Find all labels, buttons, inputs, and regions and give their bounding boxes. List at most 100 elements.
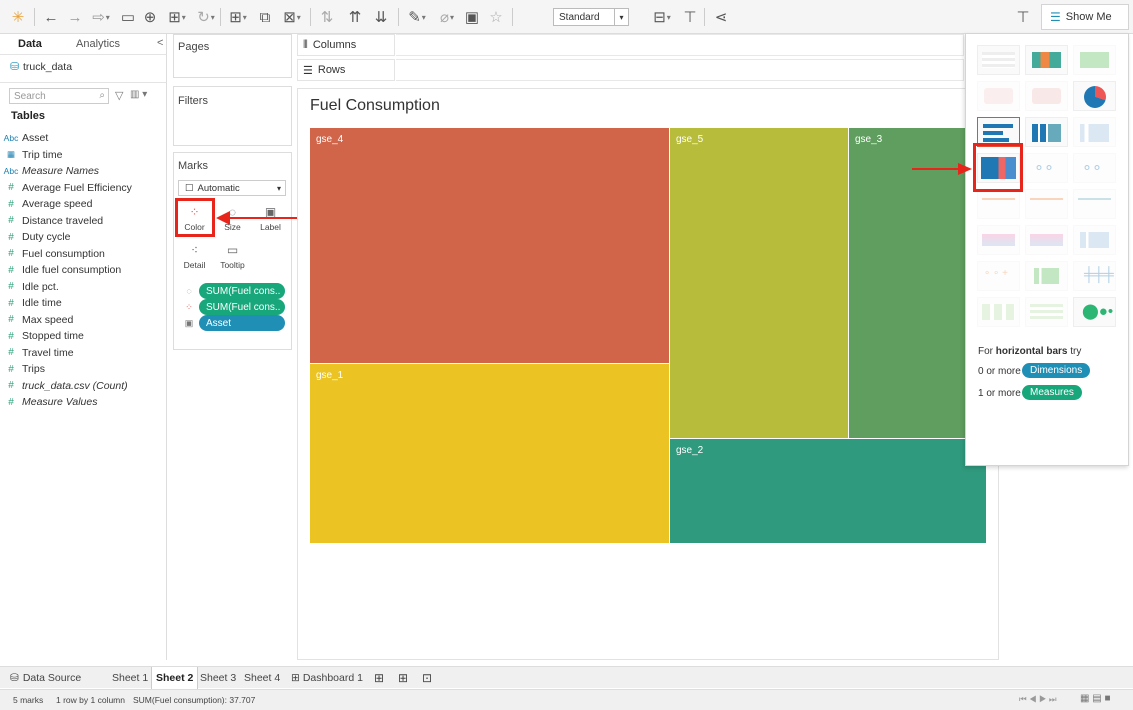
filter-icon[interactable]: ▽ [115,89,123,102]
highlight-icon[interactable]: ✎ ▾ [404,8,430,26]
save-icon[interactable]: ▭ [118,8,138,26]
chart-type-lines-discrete[interactable] [1025,189,1068,219]
field-item[interactable]: Abc Asset [0,130,49,146]
chart-type-packed-bubbles[interactable]: ⬤●• [1073,297,1116,327]
field-item[interactable]: # Travel time [0,345,73,361]
group-members-icon[interactable]: ⌀ ▾ [434,8,460,26]
label-pill[interactable]: Asset [199,315,285,331]
chart-type-dual-lines[interactable] [1073,189,1116,219]
fix-axes-icon[interactable]: ☆ [486,8,506,26]
chart-type-dual-combination[interactable] [1073,225,1116,255]
new-worksheet-icon[interactable]: ⊞ ▾ [162,8,192,26]
undo-icon[interactable]: ← [40,8,62,26]
treemap-tile[interactable]: gse_5 [670,128,849,439]
color-pill[interactable]: SUM(Fuel cons.. [199,299,285,315]
field-item[interactable]: # Duty cycle [0,229,70,245]
search-placeholder: Search [14,91,46,102]
field-item[interactable]: ▦ Trip time [0,147,62,163]
tab-sheet-4[interactable]: Sheet 4 [240,667,284,689]
show-cards-icon[interactable]: ⊟ ▾ [648,8,676,26]
field-item[interactable]: # Distance traveled [0,213,103,229]
fit-select[interactable]: Standard ▾ [553,8,629,26]
chart-type-circle-views[interactable]: ∘∘ [1025,153,1068,183]
show-me-hint-suffix: try [1067,346,1082,357]
field-item[interactable]: # truck_data.csv (Count) [0,378,127,394]
tooltip-button[interactable]: ▭ Tooltip [216,239,249,272]
field-item[interactable]: # Measure Values [0,394,97,410]
chart-type-bullet-graph[interactable] [1025,297,1068,327]
field-item[interactable]: # Idle fuel consumption [0,262,121,278]
view-toggle-icon[interactable]: ▦ ▤ ■ [1080,693,1111,704]
field-item[interactable]: # Trips [0,361,45,377]
chart-type-box-and-whisker[interactable]: ╪╪╪ [1073,261,1116,291]
chart-type-histogram[interactable] [1025,261,1068,291]
chart-type-lines-continuous[interactable] [977,189,1020,219]
pages-card[interactable]: Pages [173,34,292,78]
chart-type-highlight-table[interactable] [1073,45,1116,75]
chart-type-pie-chart[interactable] [1073,81,1116,111]
new-dashboard-tab-icon[interactable]: ⊞ [394,667,412,689]
tab-dashboard-1[interactable]: ⊞ Dashboard 1 [287,667,367,689]
chart-type-filled-map[interactable] [1025,81,1068,111]
tab-sheet-2[interactable]: Sheet 2 [151,667,199,689]
field-item[interactable]: Abc Measure Names [0,163,99,179]
rows-shelf[interactable] [396,59,964,81]
size-pill[interactable]: SUM(Fuel cons.. [199,283,285,299]
refresh-icon[interactable]: ↻ ▾ [194,8,218,26]
sort-ascending-icon[interactable]: ⇈ [344,8,366,26]
tab-data-source[interactable]: ⛁ Data Source [6,667,85,689]
field-item[interactable]: # Fuel consumption [0,246,105,262]
field-label: Measure Names [22,165,100,177]
treemap-tile[interactable]: gse_2 [670,439,987,544]
duplicate-sheet-icon[interactable]: ⧉ [254,8,276,26]
chart-type-side-by-side-circles[interactable]: ∘∘ [1073,153,1116,183]
replay-icon[interactable]: ⇨ ▾ [88,8,114,26]
treemap-tile[interactable]: gse_4 [310,128,670,364]
chart-type-heat-map[interactable] [1025,45,1068,75]
mark-type-select[interactable]: ☐ Automatic ▾ [178,180,286,196]
detail-button[interactable]: ⁖ Detail [178,239,211,272]
new-story-tab-icon[interactable]: ⊡ [418,667,436,689]
chart-type-symbol-map[interactable] [977,81,1020,111]
field-item[interactable]: # Average speed [0,196,92,212]
new-sheet-icon[interactable]: ⊞ ▾ [226,8,250,26]
share-icon[interactable]: ⋖ [710,8,732,26]
new-worksheet-tab-icon[interactable]: ⊞ [370,667,388,689]
swap-rows-columns-icon[interactable]: ⇅ [316,8,338,26]
treemap-tile[interactable]: gse_1 [310,364,670,544]
tab-analytics[interactable]: Analytics [76,38,120,50]
chart-type-gantt-chart[interactable] [977,297,1020,327]
size-pill-icon: ◌ [186,286,192,296]
sort-descending-icon[interactable]: ⇊ [370,8,392,26]
tab-sheet-1[interactable]: Sheet 1 [108,667,152,689]
tableau-logo-icon[interactable]: ✳ [8,8,28,26]
chevron-down-icon: ▾ [276,183,281,193]
field-item[interactable]: # Idle time [0,295,61,311]
chart-type-stacked-bars[interactable] [1025,117,1068,147]
new-data-source-icon[interactable]: ⊕ [140,8,160,26]
field-item[interactable]: # Average Fuel Efficiency [0,180,132,196]
columns-shelf[interactable] [396,34,964,56]
presentation-mode-icon[interactable]: ⊤ [680,8,700,26]
field-item[interactable]: # Max speed [0,312,73,328]
search-input[interactable]: Search ⌕ [9,88,109,104]
chart-type-area-discrete[interactable] [1025,225,1068,255]
clear-sheet-icon[interactable]: ⊠ ▾ [278,8,306,26]
sheet-navigation-icon[interactable]: ⏮ ◀ ▶ ⏭ [1019,694,1057,705]
chart-type-text-table[interactable] [977,45,1020,75]
collapse-pane-icon[interactable]: < [157,37,163,49]
data-source-name[interactable]: truck_data [23,61,72,73]
show-mark-labels-icon[interactable]: ▣ [462,8,482,26]
show-me-button[interactable]: ☰ Show Me [1041,4,1129,30]
filters-card[interactable]: Filters [173,86,292,146]
field-item[interactable]: # Stopped time [0,328,84,344]
view-options-icon[interactable]: ▥ ▾ [130,89,147,100]
redo-icon[interactable]: → [64,8,86,26]
field-item[interactable]: # Idle pct. [0,279,59,295]
chart-type-scatter-plot[interactable]: ∘ ∘ + [977,261,1020,291]
tab-data[interactable]: Data [18,38,42,50]
chart-type-side-by-side-bars[interactable] [1073,117,1116,147]
tab-sheet-3[interactable]: Sheet 3 [196,667,240,689]
pin-icon[interactable]: ⊤ [1012,8,1034,26]
chart-type-area-continuous[interactable] [977,225,1020,255]
